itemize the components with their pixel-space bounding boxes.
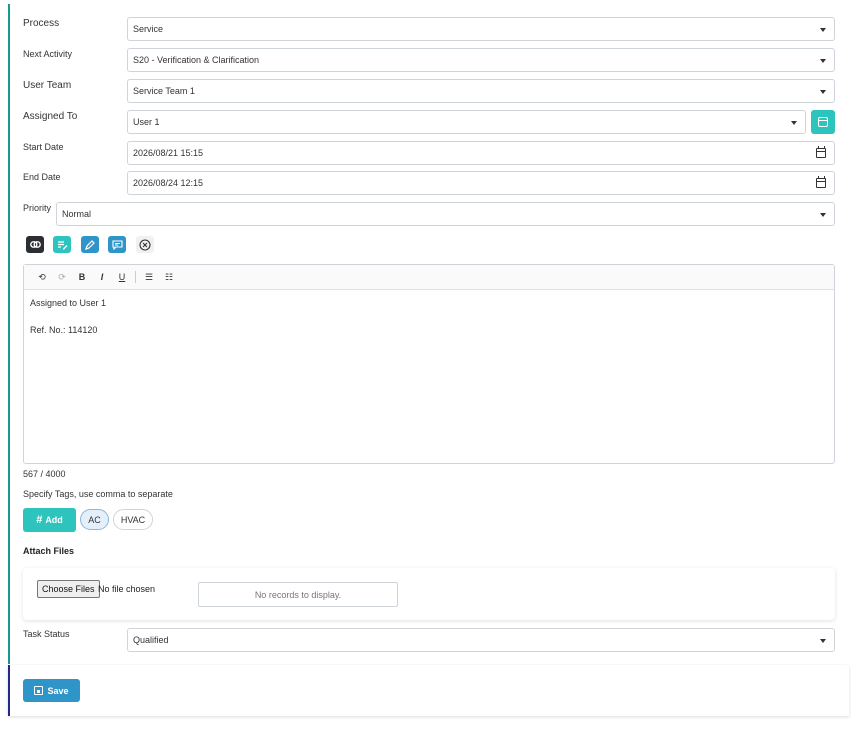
priority-label: Priority [23, 203, 52, 213]
end-date-value: 2026/08/24 12:15 [133, 178, 204, 188]
tags-hint: Specify Tags, use comma to separate [23, 489, 173, 499]
assigned-to-label: Assigned To [23, 111, 78, 122]
user-team-select[interactable]: Service Team 1 [127, 79, 835, 103]
redo-icon[interactable]: ⟳ [52, 272, 72, 283]
clear-button[interactable] [136, 236, 154, 253]
tag-chip-hvac[interactable]: HVAC [113, 509, 153, 530]
process-label: Process [23, 18, 60, 29]
assignee-calendar-button[interactable] [811, 110, 835, 134]
note-edit-icon [57, 240, 67, 249]
form-footer [8, 665, 849, 716]
note-edit-button[interactable] [53, 236, 71, 253]
end-date-input[interactable]: 2026/08/24 12:15 [127, 171, 835, 195]
attachments-list-empty: No records to display. [198, 582, 398, 607]
assigned-to-value: User 1 [133, 117, 160, 127]
editor-toolbar: ⟲ ⟳ B I U ☰ ☷ [24, 265, 834, 290]
toolbar-divider [135, 271, 136, 283]
save-label: Save [47, 685, 69, 696]
user-team-label: User Team [23, 80, 72, 91]
comment-icon [111, 239, 123, 250]
bold-button[interactable]: B [72, 272, 92, 282]
next-activity-label: Next Activity [23, 49, 73, 59]
user-team-value: Service Team 1 [133, 86, 195, 96]
bullet-list-icon[interactable]: ☰ [139, 272, 159, 283]
link-icon [29, 241, 41, 248]
assigned-to-select[interactable]: User 1 [127, 110, 806, 134]
comment-button[interactable] [108, 236, 126, 253]
next-activity-value: S20 - Verification & Clarification [133, 55, 260, 65]
italic-button[interactable]: I [92, 272, 112, 282]
process-value: Service [133, 24, 164, 34]
editor-line-assigned: Assigned to User 1 [30, 298, 107, 308]
chevron-down-icon [820, 639, 826, 643]
chevron-down-icon [820, 59, 826, 63]
save-button[interactable]: Save [23, 679, 80, 702]
next-activity-select[interactable]: S20 - Verification & Clarification [127, 48, 835, 72]
priority-value: Normal [62, 209, 92, 219]
pencil-icon [85, 239, 95, 250]
link-button[interactable] [26, 236, 44, 253]
start-date-input[interactable]: 2026/08/21 15:15 [127, 141, 835, 165]
chevron-down-icon [820, 213, 826, 217]
end-date-label: End Date [23, 172, 61, 182]
hashtag-icon: # [36, 514, 43, 526]
character-counter: 567 / 4000 [23, 469, 66, 479]
attach-files-title: Attach Files [23, 546, 75, 556]
task-status-select[interactable]: Qualified [127, 628, 835, 652]
description-editor[interactable]: ⟲ ⟳ B I U ☰ ☷ Assigned to User 1 Ref. No… [23, 264, 835, 464]
task-status-label: Task Status [23, 629, 70, 639]
add-tag-label: Add [45, 515, 63, 525]
process-select[interactable]: Service [127, 17, 835, 41]
start-date-value: 2026/08/21 15:15 [133, 148, 204, 158]
clear-icon [139, 238, 151, 251]
tag-chip-ac[interactable]: AC [80, 509, 109, 530]
start-date-label: Start Date [23, 142, 64, 152]
task-status-value: Qualified [133, 635, 169, 645]
priority-select[interactable]: Normal [56, 202, 835, 226]
calendar-icon [818, 117, 828, 127]
calendar-icon[interactable] [816, 146, 826, 158]
chevron-down-icon [820, 90, 826, 94]
editor-content[interactable]: Assigned to User 1 Ref. No.: 114120 [24, 290, 834, 345]
editor-line-ref: Ref. No.: 114120 [30, 325, 98, 335]
save-disk-icon [34, 686, 44, 695]
choose-files-button[interactable]: Choose Files [37, 580, 100, 598]
chevron-down-icon [791, 121, 797, 125]
numbered-list-icon[interactable]: ☷ [159, 272, 179, 283]
calendar-icon[interactable] [816, 176, 826, 188]
chevron-down-icon [820, 28, 826, 32]
pencil-button[interactable] [81, 236, 99, 253]
underline-button[interactable]: U [112, 272, 132, 282]
no-file-chosen-text: No file chosen [98, 584, 156, 594]
add-tag-button[interactable]: # Add [23, 508, 76, 532]
attach-files-panel: Choose Files No file chosen No records t… [23, 568, 835, 620]
undo-icon[interactable]: ⟲ [32, 272, 52, 283]
